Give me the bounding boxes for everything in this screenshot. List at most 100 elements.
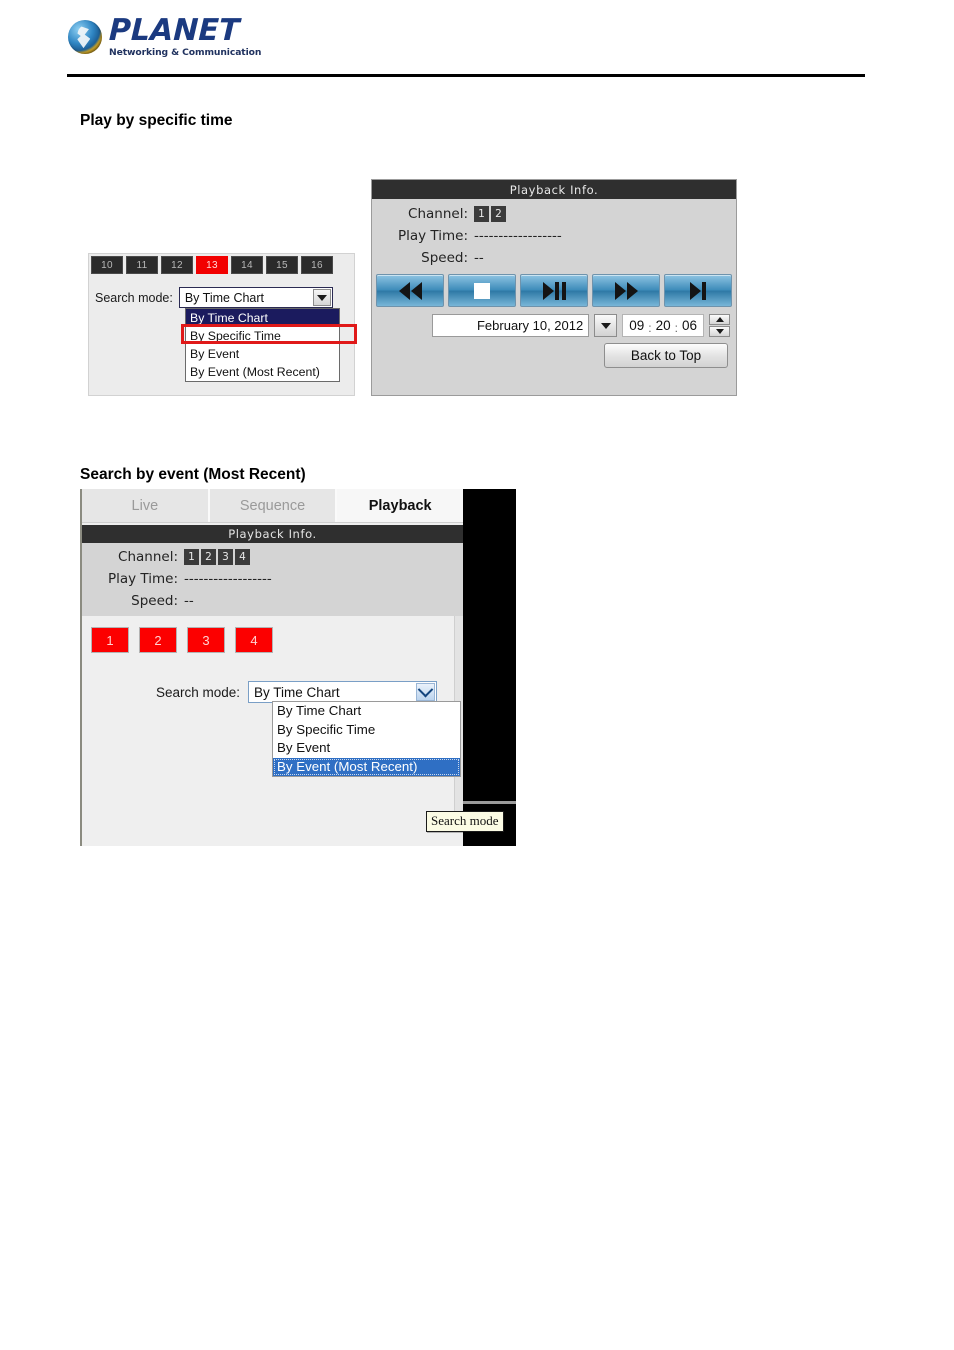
play-time-label: Play Time: [107, 571, 178, 587]
timeline-cell[interactable]: 11 [126, 256, 158, 274]
search-mode-select[interactable]: By Time Chart [178, 287, 333, 308]
back-to-top-button[interactable]: Back to Top [604, 343, 728, 368]
channel-label: Channel: [408, 206, 468, 222]
channel-chip[interactable]: 4 [235, 549, 250, 565]
fast-forward-icon [614, 281, 638, 300]
timeline-cell[interactable]: 16 [301, 256, 333, 274]
nvr-app-panel: Live Sequence Playback Playback Info. Ch… [80, 489, 464, 846]
video-preview-area [463, 489, 516, 846]
annotation-highlight-box [181, 324, 357, 344]
section-title-search-by-event-most-recent: Search by event (Most Recent) [80, 466, 306, 483]
rewind-icon [398, 281, 422, 300]
search-mode-dropdown-list[interactable]: By Time Chart By Specific Time By Event … [272, 701, 461, 777]
channel-chip[interactable]: 3 [218, 549, 233, 565]
dropdown-option-by-event-most-recent[interactable]: By Event (Most Recent) [186, 363, 339, 381]
section-title-play-by-specific-time: Play by specific time [80, 112, 233, 129]
logo-text: PLANET Networking & Communication [108, 13, 261, 57]
dropdown-option-by-event[interactable]: By Event [186, 345, 339, 363]
timeline-cell[interactable]: 10 [91, 256, 123, 274]
timeline-hours-row: 10 11 12 13 14 15 16 [91, 256, 333, 274]
dropdown-option-by-event-most-recent[interactable]: By Event (Most Recent) [273, 757, 460, 776]
search-mode-label: Search mode: [156, 684, 241, 700]
speed-row: Speed: -- [372, 247, 736, 269]
speed-label: Speed: [421, 250, 468, 266]
back-to-top-row: Back to Top [372, 337, 736, 368]
search-mode-value: By Time Chart [254, 684, 340, 700]
planet-logo: PLANET Networking & Communication [68, 13, 261, 57]
channel-row: Channel: 1 2 [372, 203, 736, 225]
channel-chip[interactable]: 1 [184, 549, 199, 565]
time-stepper[interactable] [709, 314, 730, 337]
timeline-cell[interactable]: 12 [161, 256, 193, 274]
channel-chip[interactable]: 2 [491, 206, 506, 222]
dropdown-option-by-time-chart[interactable]: By Time Chart [273, 702, 460, 721]
channel-button-2[interactable]: 2 [139, 627, 177, 653]
channel-chip[interactable]: 2 [201, 549, 216, 565]
time-separator: : [648, 320, 652, 335]
channel-selector-buttons: 1 2 3 4 [82, 616, 463, 653]
figure-search-by-event-most-recent: Live Sequence Playback Playback Info. Ch… [80, 489, 516, 846]
search-mode-dropdown-list[interactable]: By Time Chart By Specific Time By Event … [185, 308, 340, 382]
play-time-row: Play Time: ------------------ [372, 225, 736, 247]
calendar-dropdown-icon[interactable] [594, 314, 618, 337]
stop-button[interactable] [448, 274, 516, 307]
channel-row: Channel: 1 2 3 4 [82, 546, 463, 568]
channel-button-1[interactable]: 1 [91, 627, 129, 653]
playback-info-title: Playback Info. [82, 525, 463, 543]
search-mode-label: Search mode: [95, 290, 173, 305]
time-minutes[interactable]: 20 [653, 318, 674, 333]
play-time-row: Play Time: ------------------ [82, 568, 463, 590]
playback-info-body: Channel: 1 2 3 4 Play Time: ------------… [82, 543, 463, 616]
search-mode-value: By Time Chart [184, 290, 265, 305]
playback-info-panel: Playback Info. Channel: 1 2 Play Time: -… [371, 179, 737, 396]
playback-info-body: Channel: 1 2 Play Time: ----------------… [372, 199, 736, 271]
dropdown-option-by-event[interactable]: By Event [273, 739, 460, 758]
channel-button-4[interactable]: 4 [235, 627, 273, 653]
channel-chip[interactable]: 1 [474, 206, 489, 222]
page-header: PLANET Networking & Communication [0, 0, 954, 80]
channel-chips: 1 2 [474, 206, 506, 222]
date-field[interactable]: February 10, 2012 [432, 314, 590, 337]
dropdown-option-by-specific-time[interactable]: By Specific Time [273, 721, 460, 740]
stepper-down-icon[interactable] [709, 326, 730, 337]
tab-sequence[interactable]: Sequence [209, 489, 338, 522]
channel-button-3[interactable]: 3 [187, 627, 225, 653]
next-frame-button[interactable] [664, 274, 732, 307]
speed-value: -- [474, 250, 484, 266]
playback-info-title: Playback Info. [372, 180, 736, 199]
search-mode-select[interactable]: By Time Chart [248, 681, 438, 703]
planet-globe-logo-icon [68, 19, 102, 54]
stop-icon [474, 282, 490, 299]
search-mode-row: Search mode: By Time Chart [82, 681, 463, 703]
speed-label: Speed: [131, 593, 178, 609]
channel-label: Channel: [118, 549, 178, 565]
time-separator: : [674, 320, 678, 335]
brand-name: PLANET [108, 13, 241, 48]
time-hours[interactable]: 09 [626, 318, 647, 333]
search-mode-tooltip: Search mode [426, 811, 504, 832]
chevron-down-icon[interactable] [416, 681, 436, 701]
chevron-down-icon[interactable] [312, 289, 331, 306]
play-time-value: ------------------ [184, 571, 272, 587]
timeline-cell[interactable]: 14 [231, 256, 263, 274]
playback-controls-body: 1 2 3 4 Search mode: By Time Chart By Ti… [82, 616, 463, 829]
figure-play-by-specific-time: 10 11 12 13 14 15 16 Search mode: By Tim… [88, 179, 738, 398]
main-tabs: Live Sequence Playback [82, 489, 464, 523]
search-mode-row-small: Search mode: By Time Chart [95, 287, 333, 308]
play-pause-button[interactable] [520, 274, 588, 307]
stepper-up-icon[interactable] [709, 314, 730, 325]
time-seconds[interactable]: 06 [679, 318, 700, 333]
timeline-cell-active[interactable]: 13 [196, 256, 228, 274]
play-pause-icon [542, 281, 566, 300]
tab-playback[interactable]: Playback [337, 489, 464, 522]
transport-controls [372, 271, 736, 307]
video-area-divider [463, 801, 516, 804]
tab-live[interactable]: Live [82, 489, 210, 522]
speed-value: -- [184, 593, 194, 609]
play-time-value: ------------------ [474, 228, 562, 244]
timeline-cell[interactable]: 15 [266, 256, 298, 274]
fast-forward-button[interactable] [592, 274, 660, 307]
speed-row: Speed: -- [82, 590, 463, 612]
rewind-button[interactable] [376, 274, 444, 307]
time-field[interactable]: 09 : 20 : 06 [622, 314, 704, 337]
